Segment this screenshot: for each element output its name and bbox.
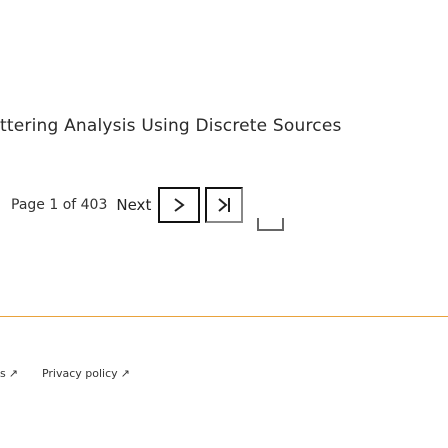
- external-link-icon: ↗: [120, 367, 130, 380]
- pagination: Page 1 of 403 Next: [11, 183, 244, 227]
- page-info: Page 1 of 403: [11, 197, 108, 213]
- external-link-icon: ↗: [8, 367, 18, 380]
- chevron-right-icon: [174, 198, 185, 212]
- last-page-button[interactable]: [205, 187, 244, 223]
- footer-link-partial[interactable]: s ↗: [0, 367, 18, 380]
- footer-divider: [0, 316, 448, 317]
- next-page-button[interactable]: [158, 187, 201, 223]
- footer-link-privacy-policy[interactable]: Privacy policy ↗: [42, 367, 130, 380]
- footer-links: s ↗ Privacy policy ↗: [0, 367, 130, 380]
- last-page-icon: [218, 198, 231, 212]
- page-title: ttering Analysis Using Discrete Sources: [0, 116, 342, 136]
- footer-link-label: Privacy policy: [41, 367, 118, 380]
- footer-link-label: s: [0, 367, 6, 380]
- next-link[interactable]: Next: [116, 196, 151, 214]
- button-shadow: [257, 218, 284, 231]
